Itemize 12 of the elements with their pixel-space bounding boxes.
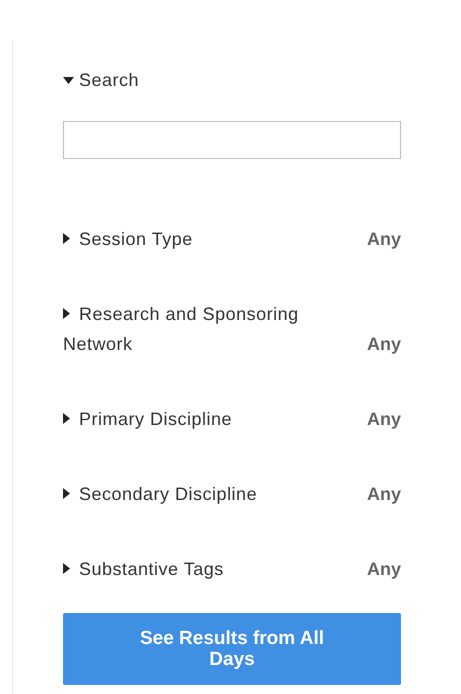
filter-value: Any — [366, 483, 401, 506]
filter-toggle[interactable]: Secondary Discipline — [63, 479, 343, 509]
filter-value: Any — [366, 408, 401, 431]
filter-toggle[interactable]: Substantive Tags — [63, 554, 343, 584]
filter-value: Any — [366, 333, 401, 356]
filter-toggle[interactable]: Primary Discipline — [63, 404, 343, 434]
filter-value: Any — [366, 228, 401, 251]
search-field[interactable] — [63, 121, 401, 159]
filter-value: Any — [366, 558, 401, 581]
search-toggle[interactable]: Search — [63, 65, 401, 95]
filter-toggle[interactable]: Research and Sponsoring Network — [63, 299, 343, 359]
filter-toggle[interactable]: Session Type — [63, 224, 343, 254]
